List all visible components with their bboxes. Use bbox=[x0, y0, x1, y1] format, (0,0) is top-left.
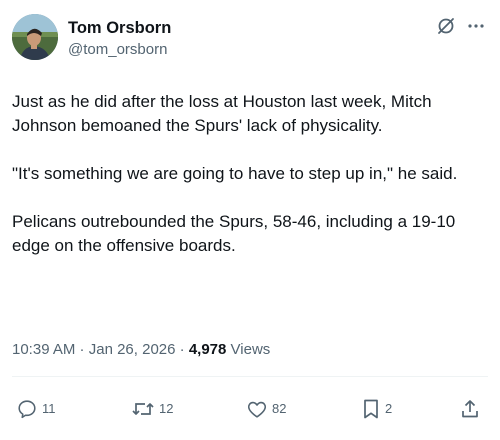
repost-count: 12 bbox=[159, 401, 174, 416]
tweet: Tom Orsborn @tom_orsborn Just as he did … bbox=[0, 0, 500, 440]
heart-icon bbox=[246, 398, 268, 420]
tweet-meta: 10:39 AM · Jan 26, 2026 · 4,978 Views bbox=[12, 340, 270, 360]
display-name[interactable]: Tom Orsborn bbox=[68, 18, 171, 38]
like-button[interactable]: 82 bbox=[246, 398, 286, 420]
reply-count: 11 bbox=[42, 401, 56, 416]
bookmark-icon bbox=[361, 398, 381, 420]
avatar[interactable] bbox=[12, 14, 58, 60]
like-count: 82 bbox=[272, 401, 287, 416]
divider bbox=[12, 376, 488, 377]
author-names: Tom Orsborn @tom_orsborn bbox=[68, 18, 171, 60]
tweet-time[interactable]: 10:39 AM bbox=[12, 341, 75, 358]
tweet-header: Tom Orsborn @tom_orsborn bbox=[12, 14, 488, 68]
views-count[interactable]: 4,978 bbox=[189, 341, 227, 358]
header-actions bbox=[436, 16, 486, 36]
avatar-image bbox=[12, 14, 58, 60]
share-icon bbox=[460, 398, 480, 420]
grok-icon[interactable] bbox=[436, 16, 456, 36]
repost-icon bbox=[131, 398, 155, 420]
reply-icon bbox=[16, 398, 38, 420]
tweet-paragraph: Pelicans outrebounded the Spurs, 58-46, … bbox=[12, 212, 456, 255]
share-button[interactable] bbox=[460, 398, 480, 420]
meta-separator: · bbox=[75, 341, 89, 358]
tweet-paragraph: Just as he did after the loss at Houston… bbox=[12, 92, 432, 135]
views-label: Views bbox=[226, 341, 271, 358]
repost-button[interactable]: 12 bbox=[131, 398, 173, 420]
tweet-paragraph: "It's something we are going to have to … bbox=[12, 164, 458, 183]
bookmark-count: 2 bbox=[385, 401, 393, 416]
meta-separator: · bbox=[175, 341, 189, 358]
handle[interactable]: @tom_orsborn bbox=[68, 40, 171, 60]
reply-button[interactable]: 11 bbox=[16, 398, 56, 420]
more-icon[interactable] bbox=[466, 16, 486, 36]
tweet-date[interactable]: Jan 26, 2026 bbox=[89, 341, 176, 358]
tweet-text: Just as he did after the loss at Houston… bbox=[12, 90, 486, 258]
bookmark-button[interactable]: 2 bbox=[361, 398, 392, 420]
action-bar: 11 12 82 2 bbox=[16, 398, 486, 428]
